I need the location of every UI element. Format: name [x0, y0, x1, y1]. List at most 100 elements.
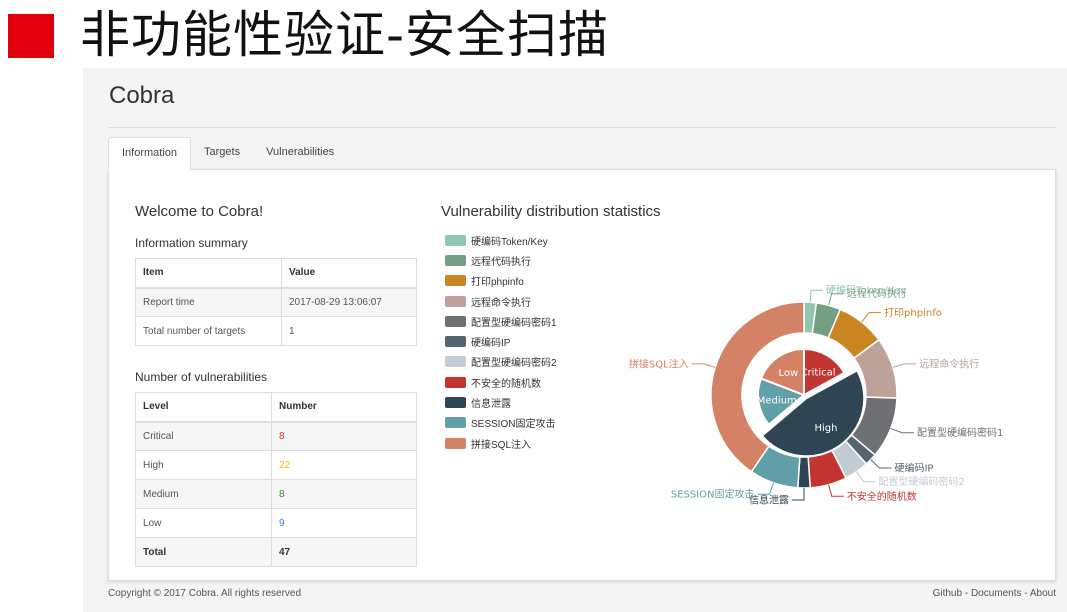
vuln-header-number: Number — [271, 392, 417, 423]
legend-item[interactable]: 不安全的随机数 — [445, 372, 557, 392]
table-row: High 22 — [135, 450, 417, 480]
legend-label: 信息泄露 — [471, 399, 511, 411]
legend-label: 拼接SQL注入 — [471, 439, 532, 451]
slice-label: 不安全的随机数 — [847, 490, 917, 503]
slice-label: 配置型硬编码密码2 — [878, 475, 964, 488]
legend-item[interactable]: 远程命令执行 — [445, 291, 557, 311]
summary-header-item: Item — [135, 258, 282, 289]
footer-links: Github - Documents - About — [933, 588, 1056, 599]
legend-swatch — [445, 437, 466, 449]
vuln-level-cell: Medium — [135, 479, 272, 509]
legend-swatch — [445, 234, 466, 246]
github-link[interactable]: Github — [933, 588, 962, 599]
summary-cell: Report time — [135, 287, 282, 317]
table-row: Critical 8 — [135, 421, 417, 451]
table-row: Low 9 — [135, 508, 417, 538]
inner-slice-label: High — [814, 423, 837, 434]
tab-targets[interactable]: Targets — [191, 137, 253, 170]
legend-item[interactable]: 拼接SQL注入 — [445, 433, 557, 453]
legend-label: 硬编码IP — [471, 338, 511, 350]
slice-label-line — [757, 482, 774, 495]
vuln-number-cell: 8 — [271, 421, 417, 451]
vuln-count-title: Number of vulnerabilities — [135, 370, 268, 384]
table-row-total: Total 47 — [135, 537, 417, 567]
summary-header-value: Value — [281, 258, 417, 289]
slice-label-line — [691, 363, 716, 368]
welcome-heading: Welcome to Cobra! — [135, 203, 264, 220]
slice-label: 信息泄露 — [749, 494, 789, 507]
tab-information[interactable]: Information — [108, 137, 192, 170]
about-link[interactable]: About — [1030, 588, 1056, 599]
slide-title-marker — [8, 14, 54, 58]
legend-swatch — [445, 356, 466, 368]
summary-cell: 2017-08-29 13:06:07 — [281, 287, 417, 317]
slice-label-line — [870, 459, 892, 469]
tab-bar: Information Targets Vulnerabilities — [108, 137, 347, 170]
legend-item[interactable]: 远程代码执行 — [445, 250, 557, 270]
slice-label: SESSION固定攻击 — [671, 488, 755, 501]
legend-item[interactable]: 配置型硬编码密码1 — [445, 311, 557, 331]
chart-title: Vulnerability distribution statistics — [441, 203, 661, 220]
inner-slice-label: Critical — [801, 367, 836, 378]
summary-table: Item Value Report time 2017-08-29 13:06:… — [135, 258, 417, 346]
inner-slice-label: Medium — [757, 396, 797, 407]
slice-label: 配置型硬编码密码1 — [917, 426, 1003, 439]
link-separator: - — [962, 588, 971, 599]
vuln-level-cell: High — [135, 450, 272, 480]
slice-label-line — [890, 427, 914, 434]
slice-label-line — [809, 289, 824, 303]
legend-item[interactable]: SESSION固定攻击 — [445, 413, 557, 433]
legend-label: 远程代码执行 — [471, 256, 531, 268]
copyright-text: Copyright © 2017 Cobra. All rights reser… — [108, 588, 302, 599]
legend-swatch — [445, 376, 466, 388]
legend-swatch — [445, 275, 466, 287]
cobra-report-window: Cobra Information Targets Vulnerabilitie… — [83, 68, 1067, 612]
summary-cell: 1 — [281, 316, 417, 346]
vuln-number-cell: 9 — [271, 508, 417, 538]
chart-legend: 硬编码Token/Key 远程代码执行 打印phpinfo 远程命令执行配置型硬编码密… — [445, 230, 557, 453]
inner-slice-label: Low — [779, 368, 799, 379]
legend-item[interactable]: 硬编码Token/Key — [445, 230, 557, 250]
legend-label: 配置型硬编码密码1 — [471, 317, 557, 329]
legend-item[interactable]: 打印phpinfo — [445, 271, 557, 291]
legend-swatch — [445, 254, 466, 266]
legend-swatch — [445, 295, 466, 307]
table-row: Report time 2017-08-29 13:06:07 — [135, 287, 417, 317]
vuln-level-cell: Critical — [135, 421, 272, 451]
summary-title: Information summary — [135, 236, 248, 250]
vuln-number-cell: 8 — [271, 479, 417, 509]
legend-swatch — [445, 417, 466, 429]
legend-label: 不安全的随机数 — [471, 378, 541, 390]
slide-title: 非功能性验证-安全扫描 — [80, 6, 610, 64]
information-panel: Welcome to Cobra! Information summary It… — [108, 169, 1056, 581]
slice-label-line — [892, 363, 917, 368]
app-title: Cobra — [109, 82, 175, 109]
legend-swatch — [445, 397, 466, 409]
slice-label-line — [828, 484, 844, 497]
legend-swatch — [445, 336, 466, 348]
slice-label: 拼接SQL注入 — [629, 357, 689, 370]
legend-item[interactable]: 信息泄露 — [445, 392, 557, 412]
legend-label: 打印phpinfo — [471, 277, 524, 289]
vuln-count-table: Level Number Critical 8 High 22 Medium 8… — [135, 392, 417, 567]
legend-item[interactable]: 硬编码IP — [445, 331, 557, 351]
summary-cell: Total number of targets — [135, 316, 282, 346]
tab-vulnerabilities[interactable]: Vulnerabilities — [253, 137, 347, 170]
summary-header-row: Item Value — [135, 258, 417, 289]
legend-label: 硬编码Token/Key — [471, 236, 548, 248]
vuln-number-cell: 22 — [271, 450, 417, 480]
legend-label: 远程命令执行 — [471, 297, 531, 309]
legend-label: SESSION固定攻击 — [471, 419, 556, 431]
link-separator: - — [1021, 588, 1030, 599]
title-divider — [108, 127, 1056, 128]
slice-label-line — [792, 488, 805, 501]
vuln-level-cell: Total — [135, 537, 272, 567]
vuln-level-cell: Low — [135, 508, 272, 538]
documents-link[interactable]: Documents — [971, 588, 1022, 599]
vuln-header-level: Level — [135, 392, 272, 423]
slice-label-line — [856, 471, 876, 483]
legend-label: 配置型硬编码密码2 — [471, 358, 557, 370]
legend-swatch — [445, 315, 466, 327]
legend-item[interactable]: 配置型硬编码密码2 — [445, 352, 557, 372]
slice-label: 打印phpinfo — [884, 306, 942, 319]
